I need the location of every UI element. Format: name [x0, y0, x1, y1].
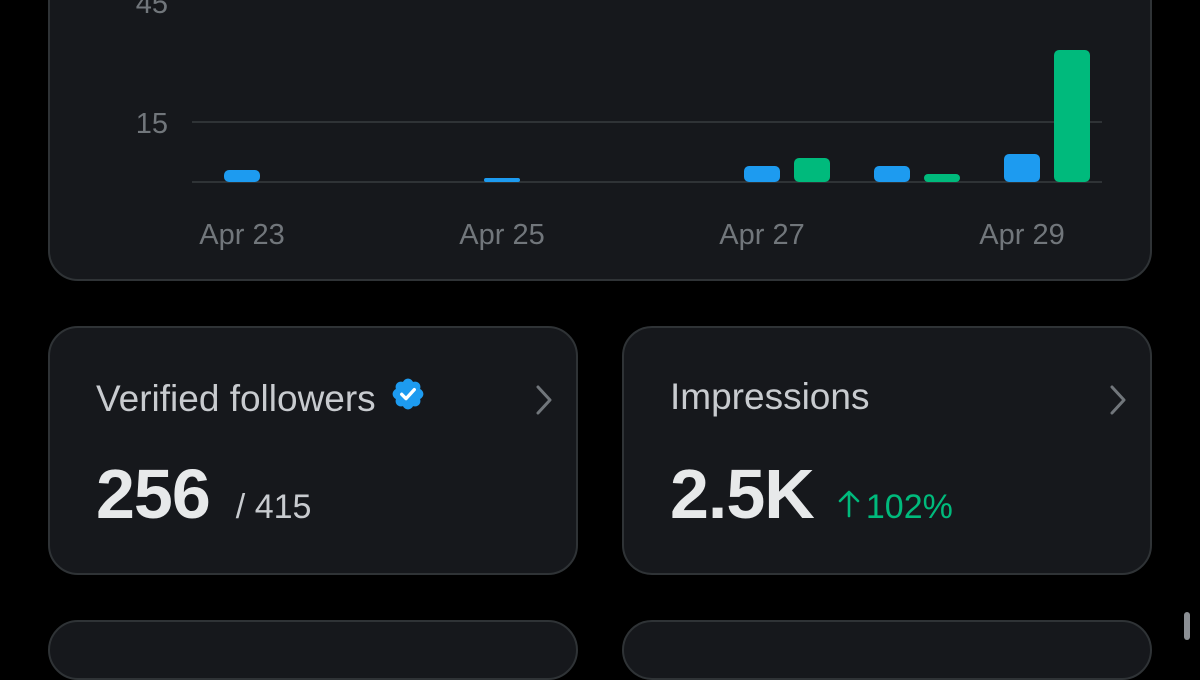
verified-followers-count: 256	[96, 455, 211, 533]
verified-followers-card[interactable]: Verified followers 256 / 415	[48, 326, 578, 575]
bar[interactable]	[224, 170, 260, 182]
chevron-right-icon[interactable]	[534, 384, 554, 421]
verified-followers-metric: 256 / 415	[96, 454, 311, 534]
scrollbar[interactable]	[1184, 612, 1190, 640]
arrow-up-icon	[838, 488, 860, 527]
y-tick-label: 15	[136, 108, 168, 140]
bar[interactable]	[924, 174, 960, 182]
bar[interactable]	[1054, 50, 1090, 182]
bar[interactable]	[744, 166, 780, 182]
impressions-count: 2.5K	[670, 455, 815, 533]
impressions-delta: 102%	[838, 488, 953, 527]
impressions-title-row: Impressions	[670, 376, 869, 418]
bar[interactable]	[484, 178, 520, 182]
impressions-delta-value: 102%	[865, 488, 953, 526]
y-tick-label: 45	[136, 0, 168, 20]
stat-card-partial-right[interactable]	[622, 620, 1152, 680]
bar[interactable]	[874, 166, 910, 182]
verified-badge-icon	[390, 376, 426, 421]
impressions-card[interactable]: Impressions 2.5K 102%	[622, 326, 1152, 575]
verified-followers-total: / 415	[235, 488, 312, 526]
chart-card: 45 15 Apr 23 Apr 25 Apr 27 Apr 29	[48, 0, 1152, 281]
chevron-right-icon[interactable]	[1108, 384, 1128, 421]
x-tick-label: Apr 25	[459, 219, 544, 251]
stat-card-partial-left[interactable]	[48, 620, 578, 680]
x-tick-label: Apr 29	[979, 219, 1064, 251]
bar-chart: 45 15 Apr 23 Apr 25 Apr 27 Apr 29	[136, 0, 1102, 251]
verified-followers-title: Verified followers	[96, 377, 376, 419]
bar[interactable]	[1004, 154, 1040, 182]
verified-followers-title-row: Verified followers	[96, 376, 426, 421]
x-tick-label: Apr 27	[719, 219, 804, 251]
bar[interactable]	[794, 158, 830, 182]
impressions-title: Impressions	[670, 376, 870, 417]
impressions-metric: 2.5K 102%	[670, 454, 953, 534]
x-tick-label: Apr 23	[199, 219, 284, 251]
